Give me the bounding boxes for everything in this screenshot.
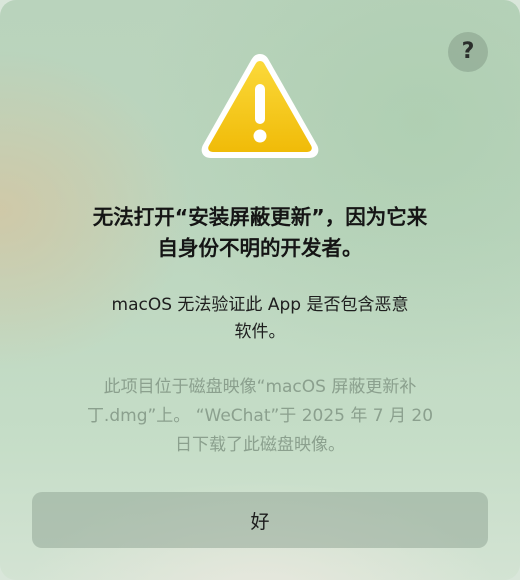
- warning-triangle-icon: [201, 54, 319, 158]
- dialog-detail: 此项目位于磁盘映像“macOS 屏蔽更新补 丁.dmg”上。 “WeChat”于…: [40, 373, 480, 460]
- dialog-detail-line: 日下载了此磁盘映像。: [175, 435, 345, 455]
- question-mark-icon: ?: [461, 39, 475, 64]
- dialog-detail-line: 丁.dmg”上。 “WeChat”于 2025 年 7 月 20: [86, 406, 434, 426]
- dialog-message-line: macOS 无法验证此 App 是否包含恶意: [111, 295, 409, 315]
- dialog-title-line: 自身份不明的开发者。: [157, 236, 363, 260]
- dialog-detail-line: 此项目位于磁盘映像“macOS 屏蔽更新补: [103, 377, 417, 397]
- dialog-message-line: 软件。: [234, 322, 286, 342]
- security-alert-dialog: ? 无法打开“安装屏蔽更新”，因为它来 自身份不明的开发者。 macOS 无法验…: [0, 0, 520, 580]
- dialog-title-line: 无法打开“安装屏蔽更新”，因为它来: [92, 205, 428, 229]
- dialog-title: 无法打开“安装屏蔽更新”，因为它来 自身份不明的开发者。: [30, 202, 490, 264]
- ok-button[interactable]: 好: [32, 492, 488, 548]
- dialog-message: macOS 无法验证此 App 是否包含恶意 软件。: [50, 292, 470, 346]
- help-button[interactable]: ?: [448, 32, 488, 72]
